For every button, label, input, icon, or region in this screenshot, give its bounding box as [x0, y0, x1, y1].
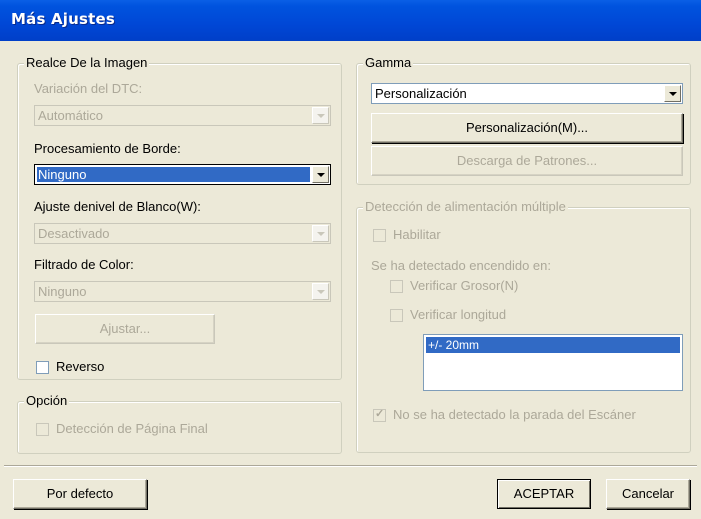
adjust-button[interactable]: Ajustar...	[35, 314, 215, 344]
image-enhancement-legend: Realce De la Imagen	[24, 55, 150, 71]
reverse-label: Reverso	[56, 359, 105, 374]
chevron-down-icon	[312, 283, 329, 300]
chevron-down-icon	[664, 85, 681, 102]
white-level-select[interactable]: Desactivado	[34, 223, 331, 244]
check-length-checkbox[interactable]	[390, 309, 403, 322]
option-legend: Opción	[24, 393, 70, 409]
color-filter-label: Filtrado de Color:	[34, 257, 134, 272]
default-button-label: Por defecto	[46, 486, 114, 501]
ok-button-label: ACEPTAR	[513, 486, 575, 501]
option-group: Opción Detección de Página Final	[17, 393, 342, 454]
default-button[interactable]: Por defecto	[13, 479, 147, 509]
cancel-button-label: Cancelar	[621, 486, 675, 501]
multifeed-legend: Detección de alimentación múltiple	[363, 199, 568, 215]
ok-button[interactable]: ACEPTAR	[497, 479, 591, 509]
gamma-select[interactable]: Personalización	[371, 83, 683, 104]
download-patterns-button[interactable]: Descarga de Patrones...	[371, 146, 683, 176]
edge-processing-value: Ninguno	[37, 167, 310, 182]
end-page-detection-checkbox[interactable]	[36, 423, 49, 436]
scanner-stop-checkbox[interactable]	[373, 407, 386, 422]
multifeed-group: Detección de alimentación múltiple Habil…	[356, 199, 691, 453]
adjust-button-label: Ajustar...	[99, 321, 151, 336]
dtc-variation-select[interactable]: Automático	[34, 105, 331, 126]
edge-processing-label: Procesamiento de Borde:	[34, 141, 181, 156]
color-filter-select[interactable]: Ninguno	[34, 281, 331, 302]
scanner-stop-label: No se ha detectado la parada del Escáner	[393, 407, 636, 422]
title-bar: Más Ajustes	[0, 0, 701, 41]
image-enhancement-group: Realce De la Imagen Variación del DTC: A…	[17, 55, 342, 380]
gamma-value: Personalización	[375, 86, 467, 101]
custom-gamma-button[interactable]: Personalización(M)...	[371, 113, 683, 143]
detected-on-label: Se ha detectado encendido en:	[371, 258, 551, 273]
gamma-legend: Gamma	[363, 55, 414, 71]
edge-processing-select[interactable]: Ninguno	[34, 164, 331, 185]
color-filter-value: Ninguno	[38, 284, 87, 299]
gamma-group: Gamma Personalización Personalización(M)…	[356, 55, 691, 185]
check-length-label: Verificar longitud	[410, 307, 507, 322]
white-level-label: Ajuste denivel de Blanco(W):	[34, 199, 201, 214]
cancel-button[interactable]: Cancelar	[606, 479, 690, 509]
dialog-body: Realce De la Imagen Variación del DTC: A…	[2, 41, 699, 517]
chevron-down-icon	[312, 166, 329, 183]
white-level-value: Desactivado	[38, 226, 110, 241]
download-patterns-button-label: Descarga de Patrones...	[456, 153, 598, 168]
dtc-variation-value: Automático	[38, 108, 104, 123]
end-page-detection-label: Detección de Página Final	[56, 421, 208, 436]
check-thickness-label: Verificar Grosor(N)	[410, 278, 519, 293]
length-listbox[interactable]: +/- 20mm	[423, 334, 683, 391]
custom-gamma-button-label: Personalización(M)...	[465, 120, 589, 135]
chevron-down-icon	[312, 107, 329, 124]
chevron-down-icon	[312, 225, 329, 242]
dtc-variation-label: Variación del DTC:	[34, 81, 143, 96]
window-title: Más Ajustes	[11, 10, 116, 28]
enable-label: Habilitar	[393, 227, 441, 242]
footer-separator	[4, 465, 697, 467]
enable-checkbox[interactable]	[373, 229, 386, 242]
reverse-checkbox[interactable]	[36, 361, 49, 374]
list-item[interactable]: +/- 20mm	[426, 337, 680, 353]
check-thickness-checkbox[interactable]	[390, 280, 403, 293]
